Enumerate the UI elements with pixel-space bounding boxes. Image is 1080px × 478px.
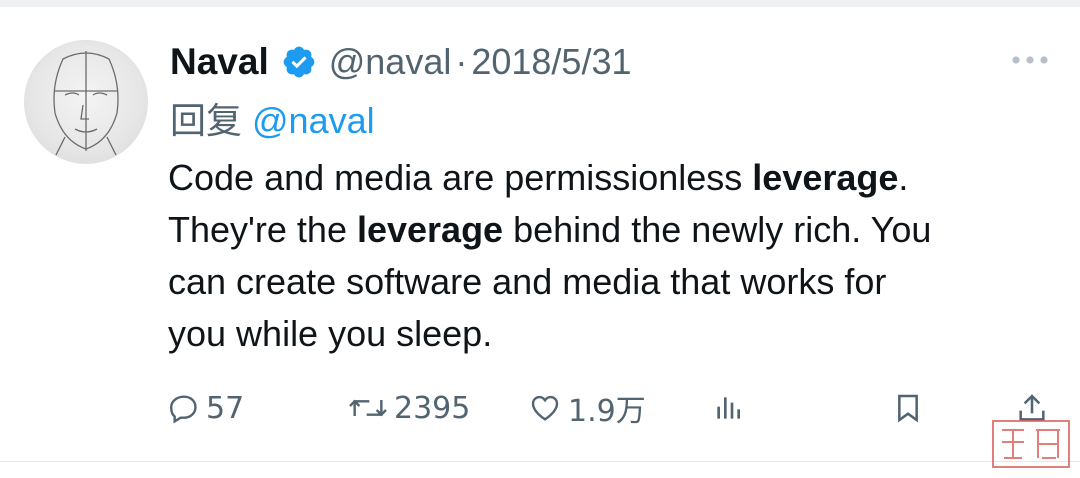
like-button[interactable]: 1.9万 <box>528 386 646 430</box>
views-button[interactable] <box>712 386 744 430</box>
header-separator: · <box>455 41 468 82</box>
reply-button[interactable]: 57 <box>168 386 244 430</box>
action-bar: 57 2395 1.9万 <box>168 386 1060 430</box>
watermark-stamp <box>992 420 1070 468</box>
avatar-sketch <box>52 51 120 162</box>
retweet-count: 2395 <box>394 390 471 426</box>
replying-to: 回复 @naval <box>170 92 375 144</box>
avatar[interactable] <box>24 40 148 164</box>
reply-count: 57 <box>206 390 245 426</box>
reply-prefix: 回复 <box>170 101 243 142</box>
bookmark-icon <box>892 392 924 424</box>
retweet-button[interactable]: 2395 <box>348 386 470 430</box>
retweet-icon <box>348 392 388 424</box>
verified-badge-icon <box>281 44 317 80</box>
tweet-text-line: Code and media are permissionless levera… <box>168 157 909 198</box>
bookmark-button[interactable] <box>892 386 924 430</box>
bottom-divider <box>0 461 1080 462</box>
author-name[interactable]: Naval <box>170 41 269 83</box>
tweet-text-line: can create software and media that works… <box>168 261 887 302</box>
views-icon <box>712 392 744 424</box>
like-count: 1.9万 <box>568 394 646 429</box>
more-icon[interactable] <box>1008 50 1052 70</box>
reply-icon <box>168 392 200 424</box>
tweet-text-line: They're the leverage behind the newly ri… <box>168 209 932 250</box>
tweet-text: Code and media are permissionless levera… <box>168 152 1068 360</box>
top-divider <box>0 0 1080 7</box>
tweet-text-line: you while you sleep. <box>168 313 493 354</box>
heart-icon <box>528 392 562 424</box>
reply-to-handle[interactable]: @naval <box>252 100 375 141</box>
author-handle[interactable]: @naval <box>329 41 452 83</box>
tweet-date[interactable]: 2018/5/31 <box>471 41 631 83</box>
tweet-header: Naval @naval · 2018/5/31 <box>170 34 632 90</box>
